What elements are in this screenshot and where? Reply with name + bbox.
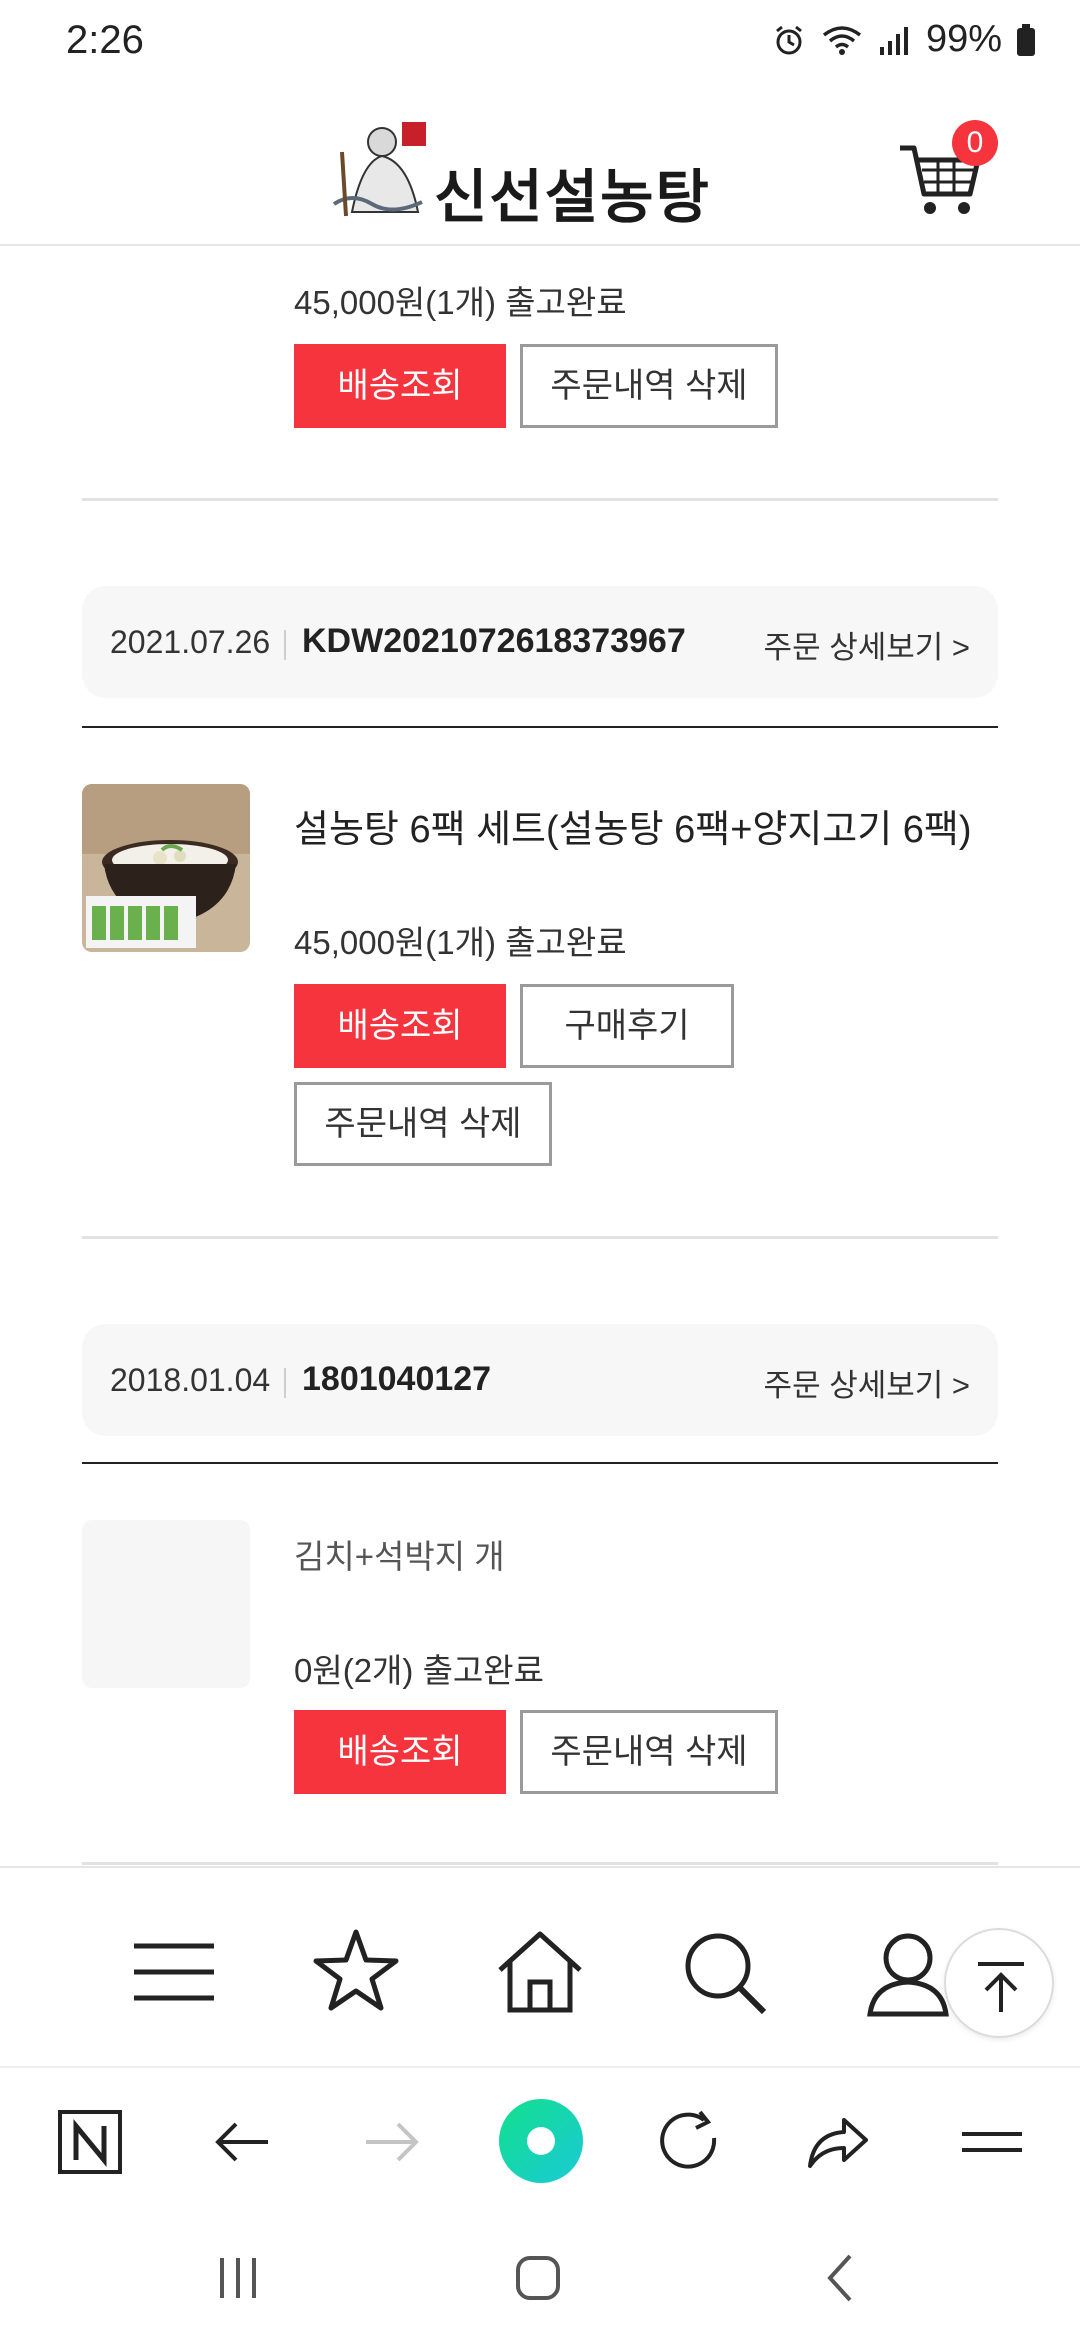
order-date: 2018.01.04 bbox=[110, 1362, 271, 1398]
separator bbox=[284, 1368, 286, 1398]
status-time: 2:26 bbox=[66, 18, 144, 62]
star-icon[interactable] bbox=[308, 1924, 404, 2020]
status-bar: 2:26 99% bbox=[0, 0, 1080, 84]
order-number: 1801040127 bbox=[302, 1360, 492, 1398]
product-name[interactable]: 설농탕 6팩 세트(설농탕 6팩+양지고기 6팩) bbox=[294, 798, 972, 853]
scroll-to-top-button[interactable] bbox=[944, 1928, 1054, 2038]
cart-button[interactable]: 0 bbox=[896, 118, 1006, 228]
logo-figure-icon bbox=[332, 122, 426, 217]
wifi-icon bbox=[822, 25, 862, 55]
naver-n-icon[interactable] bbox=[52, 2104, 128, 2180]
system-back-icon[interactable] bbox=[812, 2248, 872, 2308]
system-nav-bar bbox=[0, 2212, 1080, 2340]
arrow-up-icon bbox=[978, 1962, 1024, 2012]
price-status: 45,000원(1개) 출고완료 bbox=[294, 924, 627, 961]
browser-toolbar bbox=[0, 2066, 1080, 2212]
order-detail-link[interactable]: 주문 상세보기 > bbox=[764, 622, 970, 667]
order-list: 45,000원(1개) 출고완료 배송조회 주문내역 삭제 2021.07.26… bbox=[0, 248, 1080, 1866]
track-delivery-button[interactable]: 배송조회 bbox=[294, 984, 506, 1068]
site-bottom-nav bbox=[0, 1866, 1080, 2066]
menu-icon[interactable] bbox=[126, 1924, 222, 2020]
battery-percent: 99% bbox=[925, 18, 1002, 60]
signal-icon bbox=[879, 26, 908, 55]
home-button-icon[interactable] bbox=[508, 2248, 568, 2308]
order-detail-link[interactable]: 주문 상세보기 > bbox=[764, 1360, 970, 1405]
order-number: KDW2021072618373967 bbox=[302, 622, 686, 660]
cart-count-badge: 0 bbox=[952, 120, 998, 166]
home-icon[interactable] bbox=[492, 1924, 588, 2020]
product-name[interactable]: 김치+석박지 개 bbox=[294, 1530, 505, 1578]
divider bbox=[82, 1462, 998, 1464]
back-icon[interactable] bbox=[204, 2104, 280, 2180]
divider bbox=[82, 726, 998, 728]
write-review-button[interactable]: 구매후기 bbox=[520, 984, 734, 1068]
logo-text: 신선설농탕 bbox=[434, 163, 711, 231]
price-status: 45,000원(1개) 출고완료 bbox=[294, 284, 627, 321]
status-indicators: 99% bbox=[772, 18, 1036, 61]
soup-pot-image bbox=[82, 784, 250, 952]
delete-order-button[interactable]: 주문내역 삭제 bbox=[520, 1710, 778, 1794]
share-icon[interactable] bbox=[800, 2104, 876, 2180]
divider bbox=[82, 1236, 998, 1239]
track-delivery-button[interactable]: 배송조회 bbox=[294, 1710, 506, 1794]
alarm-icon bbox=[776, 25, 802, 54]
search-icon[interactable] bbox=[676, 1924, 772, 2020]
product-thumbnail[interactable] bbox=[82, 784, 250, 952]
person-icon[interactable] bbox=[860, 1924, 956, 2020]
app-header: 신선설농탕 0 bbox=[0, 84, 1080, 246]
recent-apps-icon[interactable] bbox=[208, 2248, 268, 2308]
divider bbox=[82, 498, 998, 501]
delete-order-button[interactable]: 주문내역 삭제 bbox=[294, 1082, 552, 1166]
track-delivery-button[interactable]: 배송조회 bbox=[294, 344, 506, 428]
order-header: 2021.07.26 KDW2021072618373967 주문 상세보기 > bbox=[82, 586, 998, 698]
forward-icon bbox=[354, 2104, 430, 2180]
reload-icon[interactable] bbox=[652, 2104, 728, 2180]
green-dot-icon[interactable] bbox=[498, 2098, 584, 2184]
order-date: 2021.07.26 bbox=[110, 624, 271, 660]
menu-icon[interactable] bbox=[954, 2104, 1030, 2180]
delete-order-button[interactable]: 주문내역 삭제 bbox=[520, 344, 778, 428]
battery-icon bbox=[1017, 23, 1035, 56]
brand-logo[interactable]: 신선설농탕 bbox=[322, 112, 742, 231]
separator bbox=[284, 630, 286, 660]
price-status: 0원(2개) 출고완료 bbox=[294, 1652, 545, 1689]
order-header: 2018.01.04 1801040127 주문 상세보기 > bbox=[82, 1324, 998, 1436]
product-thumbnail[interactable] bbox=[82, 1520, 250, 1688]
divider bbox=[82, 1862, 998, 1865]
